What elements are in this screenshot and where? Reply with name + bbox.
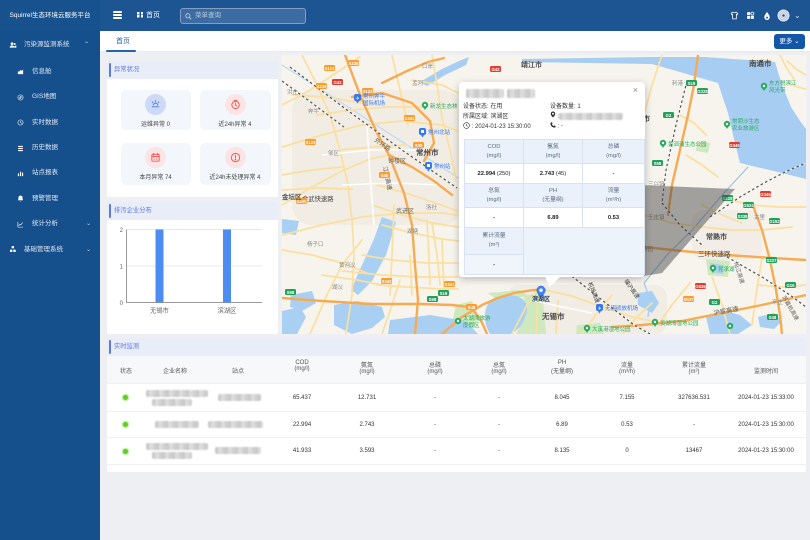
svg-text:无锡市: 无锡市 [541,311,565,321]
svg-text:武进区: 武进区 [396,207,414,215]
svg-text:钟楼区: 钟楼区 [388,157,406,165]
svg-text:G524: G524 [743,203,754,208]
svg-text:G346: G346 [760,192,771,197]
svg-text:S48: S48 [468,305,476,310]
svg-text:口岸: 口岸 [422,63,434,70]
svg-text:利港: 利港 [672,79,684,87]
svg-text:S342: S342 [404,116,415,121]
svg-text:湖㳇: 湖㳇 [332,283,344,291]
svg-text:常州奔牛: 常州奔牛 [363,92,386,100]
svg-text:南通市: 南通市 [749,58,772,68]
svg-text:国际机场: 国际机场 [363,99,386,107]
svg-text:S19: S19 [688,81,696,86]
svg-text:S122: S122 [324,66,335,71]
svg-text:S338: S338 [737,214,748,219]
svg-text:常阴沙生态: 常阴沙生态 [732,117,760,125]
svg-text:S238: S238 [348,61,359,66]
svg-text:S48: S48 [381,173,389,178]
svg-text:靖江市: 靖江市 [521,60,542,69]
svg-text:度假区: 度假区 [463,321,480,329]
svg-text:S58: S58 [429,297,437,302]
svg-text:常州北站: 常州北站 [428,128,451,136]
svg-text:S19: S19 [440,291,448,296]
svg-text:✈: ✈ [598,306,602,312]
svg-text:2: 2 [120,228,124,234]
svg-text:G346: G346 [729,143,740,148]
svg-text:邹区: 邹区 [328,149,340,157]
svg-text:S123: S123 [305,140,316,145]
svg-text:S239: S239 [316,84,327,89]
svg-text:昆承湖: 昆承湖 [718,265,735,273]
svg-text:风光带: 风光带 [769,86,786,94]
svg-text:G15: G15 [786,283,795,288]
svg-text:S341: S341 [444,282,455,287]
svg-text:G2: G2 [666,113,672,118]
svg-text:太湖湾旅游: 太湖湾旅游 [463,314,491,322]
svg-text:无锡硕放机场: 无锡硕放机场 [605,304,639,312]
svg-text:奔牛: 奔牛 [308,107,320,115]
svg-text:洪庄: 洪庄 [287,88,299,96]
svg-text:常州市: 常州市 [416,147,439,157]
svg-text:G2: G2 [712,300,718,305]
svg-text:G42: G42 [333,80,342,85]
svg-text:S48: S48 [769,315,777,320]
svg-text:常州站: 常州站 [434,162,451,170]
svg-text:G526: G526 [695,284,706,289]
svg-text:G152: G152 [769,219,780,224]
svg-text:S58: S58 [654,161,662,166]
svg-text:农业旅游区: 农业旅游区 [732,124,760,132]
svg-text:洛社: 洛社 [426,203,438,211]
svg-text:滨湖区: 滨湖区 [218,306,237,315]
svg-text:辛庄: 辛庄 [772,298,784,306]
svg-text:东方税滨江: 东方税滨江 [769,79,797,87]
svg-text:S227: S227 [766,258,777,263]
svg-text:大溪港湿地公园: 大溪港湿地公园 [592,325,631,333]
svg-text:S342: S342 [381,279,392,284]
svg-text:贡湖湾湿地公园: 贡湖湾湿地公园 [660,319,699,327]
svg-text:滨湖区: 滨湖区 [532,295,550,303]
svg-text:孟河: 孟河 [412,79,424,87]
svg-text:三环快速路: 三环快速路 [698,249,731,258]
svg-text:S527: S527 [683,297,694,302]
svg-text:0: 0 [120,301,124,307]
svg-text:无锡市: 无锡市 [150,306,169,315]
svg-text:古里: 古里 [754,213,766,221]
svg-text:常熟市: 常熟市 [706,232,727,241]
svg-text:✈: ✈ [356,96,360,102]
svg-text:杨子口: 杨子口 [307,240,324,248]
svg-text:新龙生态林: 新龙生态林 [430,102,458,110]
svg-text:湖塘: 湖塘 [407,227,419,235]
svg-text:黄泗浦生态公园: 黄泗浦生态公园 [668,140,707,148]
svg-text:1: 1 [120,265,124,271]
svg-text:G228: G228 [697,89,708,94]
svg-text:金坛区: 金坛区 [282,192,302,201]
svg-text:G42: G42 [491,67,500,72]
svg-text:黄河㳇: 黄河㳇 [339,261,356,269]
svg-text:S58: S58 [287,290,295,295]
